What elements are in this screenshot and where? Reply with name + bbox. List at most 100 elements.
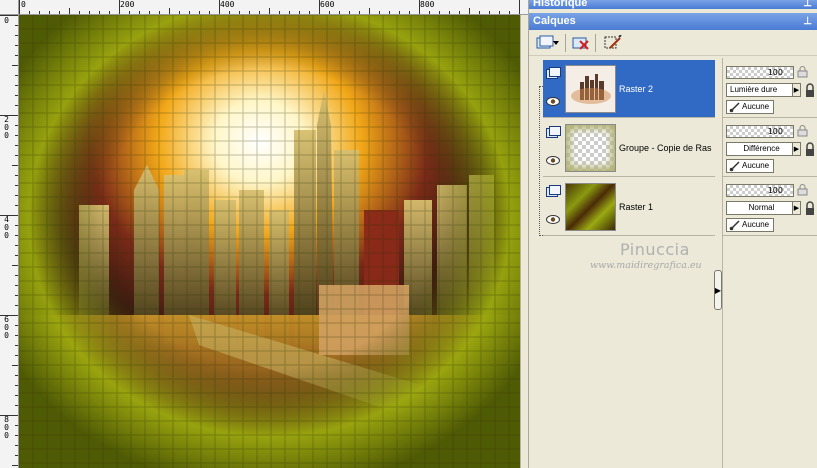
mask-field[interactable]: Aucune <box>726 218 774 232</box>
layer-props-group: 100 Différence ▶ Aucune <box>723 119 817 177</box>
ruler-tick <box>359 11 360 14</box>
link-icon[interactable] <box>803 141 817 157</box>
ruler-tick <box>15 245 18 246</box>
watermark: Pinuccia www.maidiregrafica.eu <box>590 240 720 280</box>
canvas-scrollbar[interactable] <box>520 15 528 468</box>
ruler-tick <box>219 0 220 14</box>
ruler-tick <box>15 185 18 186</box>
dropdown-arrow-icon[interactable] <box>551 33 561 53</box>
blend-mode-select[interactable]: Normal <box>726 201 794 215</box>
raster-layer-icon[interactable] <box>546 185 561 198</box>
pin-icon[interactable]: ⊥ <box>803 13 812 30</box>
image-canvas[interactable] <box>19 15 520 468</box>
ruler-tick <box>15 95 18 96</box>
ruler-label-800: 800 <box>420 0 435 9</box>
ruler-tick <box>15 385 18 386</box>
blend-dropdown-arrow-icon[interactable]: ▶ <box>792 201 801 215</box>
ruler-tick <box>239 11 240 14</box>
layer-thumbnail[interactable] <box>565 124 616 172</box>
ruler-tick <box>369 8 370 14</box>
ruler-tick <box>79 11 80 14</box>
group-layer-icon[interactable] <box>546 126 561 139</box>
opacity-slider[interactable]: 100 <box>726 125 794 138</box>
delete-layer-icon[interactable] <box>569 33 593 53</box>
ruler-tick <box>15 325 18 326</box>
brush-icon <box>729 161 740 172</box>
ruler-tick <box>0 315 18 316</box>
visibility-eye-icon[interactable] <box>546 97 560 106</box>
blend-mode-select[interactable]: Différence <box>726 142 794 156</box>
ruler-tick <box>0 415 18 416</box>
lock-transparency-icon[interactable] <box>797 66 811 78</box>
history-palette-titlebar[interactable]: Historique ⊥ <box>529 0 817 9</box>
layers-title: Calques <box>533 15 576 27</box>
ruler-tick <box>15 285 18 286</box>
lock-transparency-icon[interactable] <box>797 184 811 196</box>
blend-dropdown-arrow-icon[interactable]: ▶ <box>792 83 801 97</box>
ruler-tick <box>15 345 18 346</box>
blend-mode-select[interactable]: Lumière dure <box>726 83 794 97</box>
link-icon[interactable] <box>803 200 817 216</box>
edit-selection-icon[interactable] <box>601 33 625 53</box>
ruler-tick <box>15 455 18 456</box>
layer-row-raster-1[interactable]: Raster 1 <box>543 178 715 236</box>
mask-field[interactable]: Aucune <box>726 159 774 173</box>
layer-name: Raster 1 <box>619 202 654 212</box>
ruler-tick <box>289 11 290 14</box>
ruler-corner <box>0 0 19 15</box>
ruler-tick <box>15 445 18 446</box>
ruler-tick <box>249 11 250 14</box>
ruler-tick <box>89 11 90 14</box>
ruler-label-200: 200 <box>120 0 135 9</box>
ruler-tick <box>15 45 18 46</box>
opacity-slider[interactable]: 100 <box>726 66 794 79</box>
ruler-tick <box>159 11 160 14</box>
ruler-tick <box>49 11 50 14</box>
ruler-tick <box>15 35 18 36</box>
layers-palette-titlebar[interactable]: Calques ⊥ <box>529 13 817 30</box>
visibility-eye-icon[interactable] <box>546 215 560 224</box>
ruler-tick <box>12 365 18 366</box>
ruler-tick <box>499 11 500 14</box>
ruler-tick <box>109 11 110 14</box>
ruler-tick <box>15 145 18 146</box>
ruler-v-label-400: 400 <box>4 215 9 240</box>
ruler-v-label-200: 200 <box>4 115 9 140</box>
lock-transparency-icon[interactable] <box>797 125 811 137</box>
layer-row-group[interactable]: Groupe - Copie de Ras <box>543 119 715 177</box>
ruler-tick <box>169 8 170 14</box>
ruler-v-label-800: 800 <box>4 415 9 440</box>
layer-props-raster-1: 100 Normal ▶ Aucune <box>723 178 817 236</box>
mask-field[interactable]: Aucune <box>726 100 774 114</box>
ruler-tick <box>339 11 340 14</box>
ruler-tick <box>19 0 20 14</box>
ruler-tick <box>349 11 350 14</box>
ruler-tick <box>439 11 440 14</box>
layer-thumbnail[interactable] <box>565 65 616 113</box>
layer-props-raster-2: 100 Lumière dure ▶ Aucune <box>723 60 817 118</box>
toolbar-separator <box>595 34 596 52</box>
ruler-tick <box>12 265 18 266</box>
pin-icon[interactable]: ⊥ <box>803 0 812 9</box>
blend-dropdown-arrow-icon[interactable]: ▶ <box>792 142 801 156</box>
ruler-tick <box>509 11 510 14</box>
ruler-tick <box>299 11 300 14</box>
layer-thumbnail[interactable] <box>565 183 616 231</box>
layer-row-raster-2[interactable]: Raster 2 <box>543 60 715 118</box>
ruler-tick <box>15 335 18 336</box>
opacity-value: 100 <box>767 127 783 136</box>
ruler-tick <box>429 11 430 14</box>
ruler-label-0: 0 <box>21 0 26 9</box>
ruler-tick <box>15 125 18 126</box>
visibility-eye-icon[interactable] <box>546 156 560 165</box>
vertical-ruler[interactable]: 0 200 400 600 800 <box>0 15 19 468</box>
ruler-tick <box>139 11 140 14</box>
opacity-slider[interactable]: 100 <box>726 184 794 197</box>
layer-name: Raster 2 <box>619 84 654 94</box>
ruler-tick <box>15 375 18 376</box>
horizontal-ruler[interactable]: 0 200 400 600 800 <box>19 0 528 15</box>
raster-layer-icon[interactable] <box>546 67 561 80</box>
link-icon[interactable] <box>803 82 817 98</box>
ruler-tick <box>399 11 400 14</box>
ruler-v-label-600: 600 <box>4 315 9 340</box>
